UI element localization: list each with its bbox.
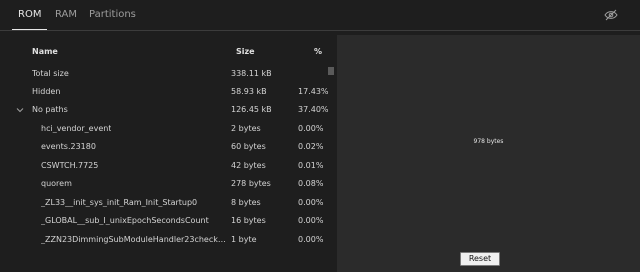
row-percent: 0.01%	[298, 161, 324, 170]
chevron-down-icon[interactable]	[16, 106, 24, 114]
tab-rom[interactable]: ROM	[11, 0, 49, 30]
row-percent: 0.00%	[298, 235, 324, 244]
table-row[interactable]: _ZL33__init_sys_init_Ram_Init_Startup0 8…	[0, 194, 330, 212]
row-name: _GLOBAL__sub_I_unixEpochSecondsCount	[41, 216, 209, 225]
row-name: events.23180	[41, 142, 96, 151]
row-percent: 37.40%	[298, 105, 329, 114]
row-size: 1 byte	[231, 235, 257, 244]
row-size: 338.11 kB	[231, 69, 272, 78]
visualization-size-label: 978 bytes	[473, 138, 504, 145]
table-row[interactable]: hci_vendor_event 2 bytes 0.00%	[0, 120, 330, 138]
row-size: 278 bytes	[231, 179, 271, 188]
table-row[interactable]: CSWTCH.7725 42 bytes 0.01%	[0, 157, 330, 175]
table-row[interactable]: No paths 126.45 kB 37.40%	[0, 101, 330, 119]
row-name: Total size	[32, 69, 69, 78]
row-size: 16 bytes	[231, 216, 266, 225]
row-percent: 0.00%	[298, 198, 324, 207]
tab-ram[interactable]: RAM	[55, 0, 77, 29]
tab-partitions[interactable]: Partitions	[89, 0, 136, 29]
size-visualization[interactable]: 978 bytes Reset	[337, 35, 640, 272]
row-size: 8 bytes	[231, 198, 261, 207]
column-header-name[interactable]: Name	[32, 47, 58, 56]
table-row[interactable]: events.23180 60 bytes 0.02%	[0, 138, 330, 156]
table-row[interactable]: _GLOBAL__sub_I_unixEpochSecondsCount 16 …	[0, 212, 330, 230]
row-size: 126.45 kB	[231, 105, 272, 114]
row-percent: 0.00%	[298, 124, 324, 133]
table-row[interactable]: _ZZN23DimmingSubModuleHandler23checkAn..…	[0, 231, 330, 249]
column-header-size[interactable]: Size	[236, 47, 255, 56]
eye-off-icon[interactable]	[604, 9, 618, 21]
table-row[interactable]: quorem 278 bytes 0.08%	[0, 175, 330, 193]
size-table: Name Size % Total size 338.11 kB Hidden …	[0, 31, 336, 272]
row-percent: 0.02%	[298, 142, 324, 151]
scrollbar-track[interactable]	[328, 65, 334, 271]
row-percent: 0.08%	[298, 179, 324, 188]
row-name: quorem	[41, 179, 72, 188]
reset-button[interactable]: Reset	[460, 252, 500, 266]
row-size: 2 bytes	[231, 124, 261, 133]
row-name: Hidden	[32, 87, 61, 96]
row-size: 60 bytes	[231, 142, 266, 151]
row-size: 58.93 kB	[231, 87, 267, 96]
row-name: _ZL33__init_sys_init_Ram_Init_Startup0	[41, 198, 198, 207]
row-percent: 17.43%	[298, 87, 329, 96]
row-name: _ZZN23DimmingSubModuleHandler23checkAn..…	[41, 235, 231, 244]
column-header-percent[interactable]: %	[314, 47, 322, 56]
row-size: 42 bytes	[231, 161, 266, 170]
tab-bar: ROM RAM Partitions	[0, 0, 640, 31]
scrollbar-thumb[interactable]	[328, 67, 334, 75]
table-row[interactable]: Total size 338.11 kB	[0, 65, 330, 83]
row-name: hci_vendor_event	[41, 124, 112, 133]
row-percent: 0.00%	[298, 216, 324, 225]
row-name: CSWTCH.7725	[41, 161, 99, 170]
table-header: Name Size %	[0, 40, 336, 62]
row-name: No paths	[32, 105, 68, 114]
table-row[interactable]: Hidden 58.93 kB 17.43%	[0, 83, 330, 101]
